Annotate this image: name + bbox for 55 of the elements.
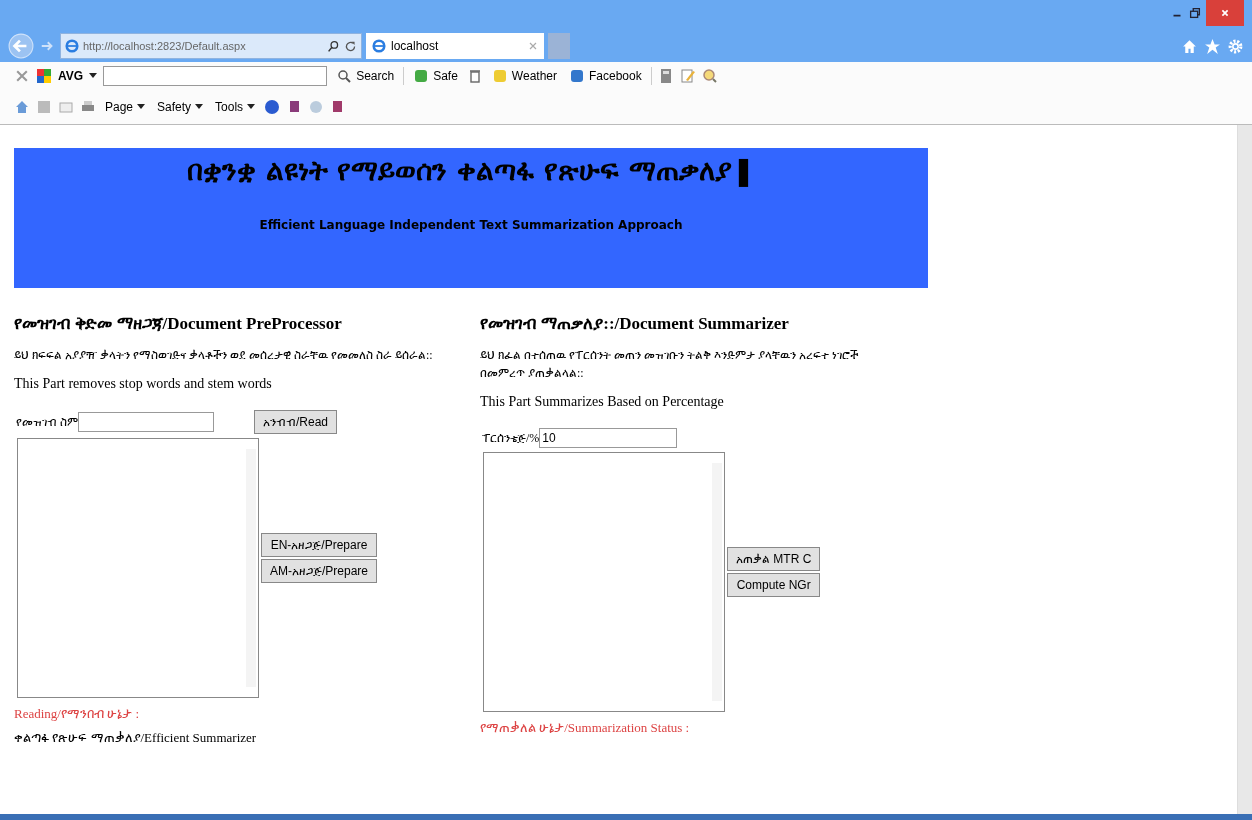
page-subtitle: Efficient Language Independent Text Summarization Approach xyxy=(259,218,683,232)
status-label: የማጠቃለል ሁኔታ/Summarization Status : xyxy=(480,720,691,736)
search-button[interactable]: Search xyxy=(333,68,398,84)
close-button[interactable] xyxy=(1206,0,1244,26)
browser-tab[interactable]: localhost xyxy=(366,33,544,59)
help-icon[interactable] xyxy=(264,99,281,115)
page-title: በቋንቋ ልዩነት የማይወሰን ቀልጣፋ የጽሁፍ ማጠቃለያ❚ xyxy=(186,154,756,188)
scrollbar[interactable] xyxy=(1237,125,1252,814)
command-menu[interactable]: Page xyxy=(102,100,149,114)
section-description: ይህ ክፍፍል አያያዥ ቃላትን የማስወገድና ቃላቶችን ወደ መሰረታዊ ስራቸዉ የመመለስ ስራ ይሰራል:: xyxy=(14,347,434,364)
field-label: የመዝገብ ስም xyxy=(16,414,78,430)
home-icon[interactable] xyxy=(14,99,30,115)
footer-text: ቀልጣፋ የጽሁፍ ማጠቃለያ/Efficient Summarizer xyxy=(14,730,258,746)
command-menu[interactable]: Safety xyxy=(154,100,207,114)
search-icon xyxy=(336,68,353,84)
summarize-button[interactable]: Compute NGr xyxy=(727,573,821,597)
section-description: ይህ ክፈል በተሰጠዉ የፐርሰንት መጠን መዝገቡን ትልቅ እንድምታ ያላቸዉን አረፍተ ነገሮች በመምረጥ ያጠቃልላል:: xyxy=(480,347,859,382)
percentage-field[interactable]: 10 xyxy=(539,428,678,448)
browser-icon xyxy=(372,39,386,53)
mail-icon[interactable] xyxy=(58,99,74,115)
prepare-button[interactable]: AM-አዘጋጅ/Prepare xyxy=(261,559,378,583)
close-icon[interactable] xyxy=(14,68,30,84)
caret-icon[interactable] xyxy=(89,73,98,79)
status-label: Reading/የማንበብ ሁኔታ : xyxy=(14,706,141,722)
pencil-icon[interactable] xyxy=(679,68,696,84)
toolbar-search-field[interactable] xyxy=(103,66,328,86)
caret-icon xyxy=(137,104,146,110)
browser-icon xyxy=(65,39,79,53)
section-heading: የመዝገብ ቅድመ ማዘጋጃ/Document PreProcessor xyxy=(14,314,343,334)
home-icon[interactable] xyxy=(1181,38,1198,55)
toolbar-button[interactable]: Safe xyxy=(410,68,461,84)
avg-label[interactable]: AVG xyxy=(58,69,84,83)
close-icon[interactable] xyxy=(528,41,538,51)
section-heading: የመዝገብ ማጠቃለያ::/Document Summarizer xyxy=(480,314,790,334)
document-name-field[interactable] xyxy=(78,412,214,432)
toolbar-button[interactable]: Weather xyxy=(488,68,560,84)
search-icon[interactable] xyxy=(327,39,340,53)
star-icon[interactable] xyxy=(1204,38,1221,55)
logo-icon xyxy=(36,68,52,84)
summarize-button[interactable]: አጠቃል MTR C xyxy=(727,547,821,571)
read-button[interactable]: አንብብ/Read xyxy=(254,410,338,434)
prepare-button[interactable]: EN-አዘጋጅ/Prepare xyxy=(261,533,378,557)
command-menu[interactable]: Tools xyxy=(212,100,259,114)
magnifier-icon[interactable] xyxy=(701,68,718,84)
address-bar[interactable]: http://localhost:2823/Default.aspx xyxy=(60,33,362,59)
field-label: ፐርሰንቴጅ/% xyxy=(482,430,540,446)
caret-icon xyxy=(247,104,256,110)
settings-icon[interactable] xyxy=(1227,38,1244,55)
section-description: This Part removes stop words and stem words xyxy=(14,376,273,392)
back-icon[interactable] xyxy=(8,33,34,59)
restore-icon[interactable] xyxy=(1188,6,1202,20)
section-description: This Part Summarizes Based on Percentage xyxy=(480,394,725,410)
refresh-icon[interactable] xyxy=(344,39,357,53)
caret-icon xyxy=(195,104,204,110)
toolbar-button[interactable]: Facebook xyxy=(566,68,645,84)
